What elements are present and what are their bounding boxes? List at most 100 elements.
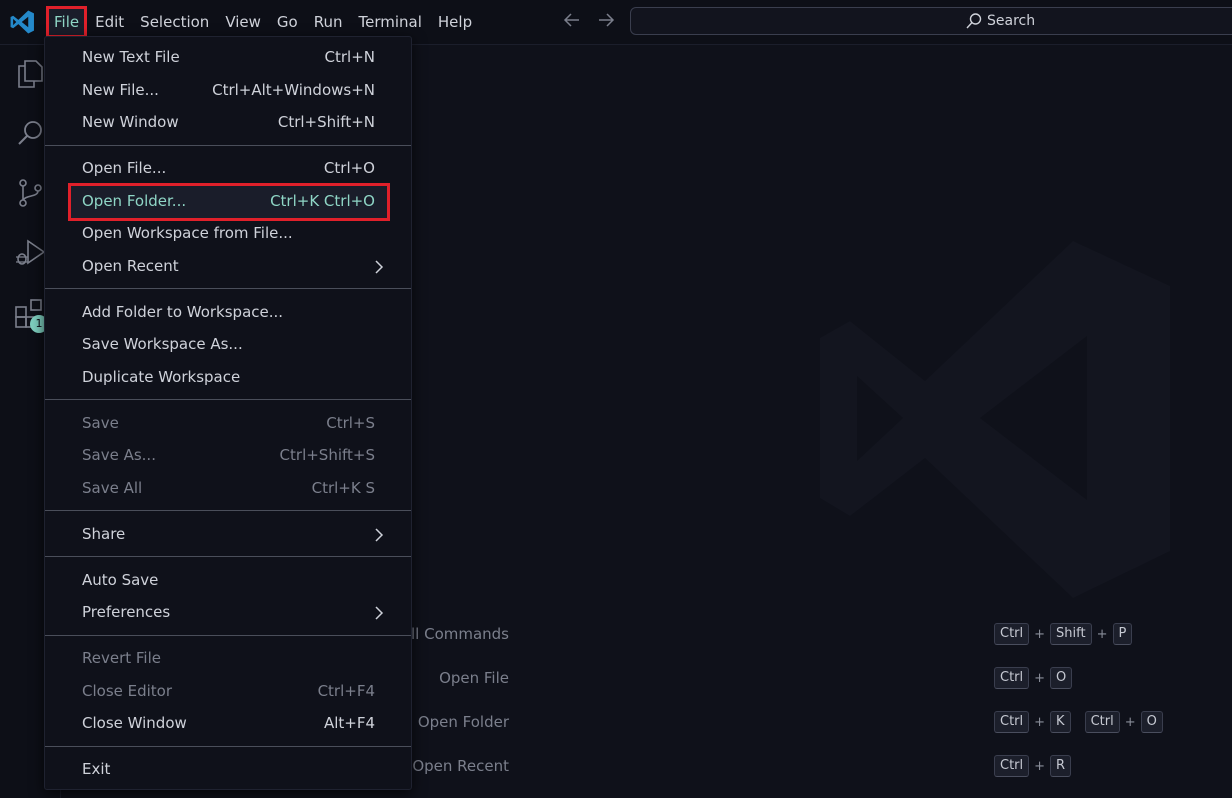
menu-item-label: New Text File	[82, 48, 180, 66]
menu-item-label: Share	[82, 525, 126, 543]
key-cap: Ctrl	[994, 667, 1030, 689]
arrow-left-icon[interactable]	[562, 10, 582, 30]
file-menu-dropdown: New Text File Ctrl+N New File... Ctrl+Al…	[44, 36, 412, 790]
shortcut-label: Open Recent	[412, 757, 509, 775]
menu-item-auto-save[interactable]: Auto Save	[49, 566, 407, 596]
menu-item-open-folder[interactable]: Open Folder... Ctrl+K Ctrl+O	[68, 183, 390, 221]
menu-item-label: New File...	[82, 81, 159, 99]
menu-item-label: Auto Save	[82, 571, 159, 589]
menu-item-add-folder-to-workspace[interactable]: Add Folder to Workspace...	[49, 298, 407, 328]
menu-item-label: Preferences	[82, 603, 171, 621]
shortcut-keys: Ctrl + R	[994, 755, 1072, 777]
menu-item-label: Open Workspace from File...	[82, 224, 293, 242]
menu-item-open-recent[interactable]: Open Recent	[49, 252, 407, 282]
key-cap: Ctrl	[1084, 711, 1120, 733]
key-cap: O	[1050, 667, 1073, 689]
menu-item-label: Revert File	[82, 649, 161, 667]
menu-item-label: Save As...	[82, 446, 156, 464]
key-cap: Ctrl	[994, 623, 1030, 645]
menu-item-shortcut: Ctrl+K S	[311, 479, 375, 497]
shortcut-keys: Ctrl + K Ctrl + O	[994, 711, 1163, 733]
menu-item-label: Duplicate Workspace	[82, 368, 241, 386]
menu-item-close-editor[interactable]: Close Editor Ctrl+F4	[49, 677, 407, 707]
search-icon[interactable]	[14, 117, 46, 149]
menu-bar: File Edit Selection View Go Run Terminal…	[46, 6, 480, 38]
menu-item-close-window[interactable]: Close Window Alt+F4	[49, 709, 407, 739]
key-cap: Ctrl	[994, 755, 1030, 777]
menu-go[interactable]: Go	[269, 6, 306, 38]
menu-item-label: Open File...	[82, 159, 167, 177]
menu-item-label: Save Workspace As...	[82, 335, 243, 353]
shortcut-label: Open Folder	[417, 713, 509, 731]
menu-item-new-file[interactable]: New File... Ctrl+Alt+Windows+N	[49, 76, 407, 106]
key-cap: R	[1050, 755, 1072, 777]
menu-selection[interactable]: Selection	[132, 6, 217, 38]
key-cap: Shift	[1050, 623, 1092, 645]
menu-item-share[interactable]: Share	[49, 520, 407, 550]
menu-item-label: Close Editor	[82, 682, 173, 700]
search-label: Search	[987, 13, 1036, 29]
menu-item-shortcut: Ctrl+O	[323, 159, 375, 177]
menu-item-shortcut: Ctrl+S	[326, 414, 375, 432]
menu-view[interactable]: View	[217, 6, 269, 38]
navigation-arrows	[562, 10, 616, 30]
search-icon	[966, 13, 982, 29]
menu-item-label: Exit	[82, 760, 111, 778]
menu-item-duplicate-workspace[interactable]: Duplicate Workspace	[49, 363, 407, 393]
chevron-right-icon	[375, 528, 384, 542]
menu-item-open-workspace-from-file[interactable]: Open Workspace from File...	[49, 219, 407, 249]
menu-item-revert-file[interactable]: Revert File	[49, 644, 407, 674]
menu-item-save-workspace-as[interactable]: Save Workspace As...	[49, 330, 407, 360]
menu-item-label: Add Folder to Workspace...	[82, 303, 284, 321]
key-cap: P	[1112, 623, 1133, 645]
menu-file[interactable]: File	[46, 6, 88, 38]
menu-item-label: Open Recent	[82, 257, 179, 275]
menu-item-shortcut: Ctrl+Shift+S	[279, 446, 375, 464]
shortcut-keys: Ctrl + Shift + P	[994, 623, 1133, 645]
menu-item-shortcut: Ctrl+F4	[317, 682, 375, 700]
menu-separator	[45, 746, 411, 747]
menu-edit[interactable]: Edit	[87, 6, 132, 38]
menu-separator	[45, 288, 411, 289]
key-cap: K	[1050, 711, 1071, 733]
menu-item-new-window[interactable]: New Window Ctrl+Shift+N	[49, 108, 407, 138]
menu-item-shortcut: Alt+F4	[323, 714, 375, 732]
menu-separator	[45, 556, 411, 557]
menu-item-label: New Window	[82, 113, 179, 131]
menu-separator	[45, 399, 411, 400]
menu-help[interactable]: Help	[430, 6, 480, 38]
explorer-icon[interactable]	[14, 57, 46, 89]
shortcut-keys: Ctrl + O	[994, 667, 1073, 689]
menu-item-shortcut: Ctrl+K Ctrl+O	[270, 192, 375, 210]
key-cap: Ctrl	[994, 711, 1030, 733]
arrow-right-icon[interactable]	[596, 10, 616, 30]
menu-item-save-all[interactable]: Save All Ctrl+K S	[49, 474, 407, 504]
menu-item-shortcut: Ctrl+N	[324, 48, 375, 66]
command-center-search[interactable]: Search	[630, 7, 1232, 35]
menu-separator	[45, 510, 411, 511]
menu-run[interactable]: Run	[306, 6, 351, 38]
menu-item-save[interactable]: Save Ctrl+S	[49, 409, 407, 439]
menu-terminal[interactable]: Terminal	[351, 6, 430, 38]
chevron-right-icon	[375, 606, 384, 620]
menu-item-shortcut: Ctrl+Shift+N	[277, 113, 375, 131]
menu-item-label: Save All	[82, 479, 143, 497]
run-debug-icon[interactable]	[14, 237, 46, 269]
source-control-icon[interactable]	[14, 177, 46, 209]
menu-item-save-as[interactable]: Save As... Ctrl+Shift+S	[49, 441, 407, 471]
chevron-right-icon	[375, 260, 384, 274]
vscode-watermark-icon	[820, 241, 1170, 598]
menu-item-open-file[interactable]: Open File... Ctrl+O	[49, 154, 407, 184]
menu-item-preferences[interactable]: Preferences	[49, 598, 407, 628]
menu-separator	[45, 145, 411, 146]
menu-item-exit[interactable]: Exit	[49, 755, 407, 785]
key-cap: O	[1140, 711, 1163, 733]
menu-item-label: Save	[82, 414, 119, 432]
menu-item-shortcut: Ctrl+Alt+Windows+N	[212, 81, 375, 99]
vscode-logo-icon[interactable]	[9, 9, 35, 35]
menu-item-new-text-file[interactable]: New Text File Ctrl+N	[49, 43, 407, 73]
menu-item-label: Close Window	[82, 714, 187, 732]
menu-item-label: Open Folder...	[82, 192, 187, 210]
menu-separator	[45, 635, 411, 636]
shortcut-label: Open File	[439, 669, 509, 687]
